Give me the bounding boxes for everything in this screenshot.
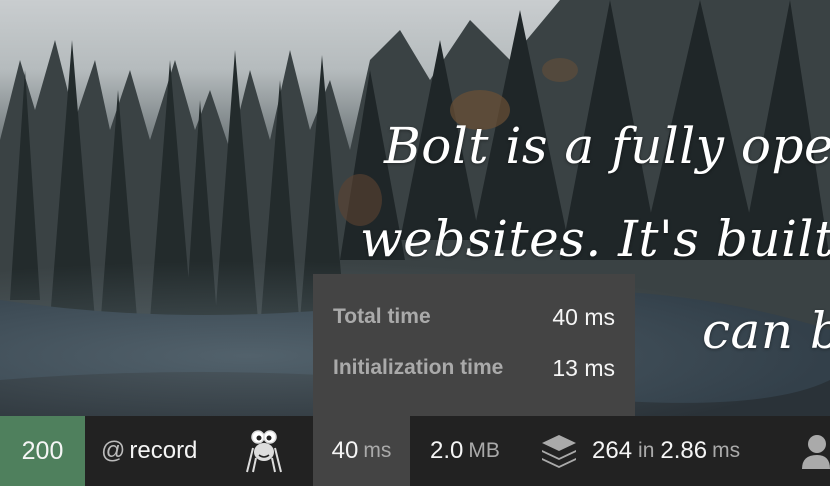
status-code-badge[interactable]: 200 (0, 416, 85, 486)
initialization-time-label: Initialization time (333, 356, 504, 379)
database-item[interactable]: 264 in 2.86 ms (540, 416, 740, 486)
memory-value: 2.0 (430, 437, 464, 464)
route-item[interactable]: @ record (101, 416, 197, 486)
user-item[interactable] (800, 416, 830, 486)
status-code: 200 (21, 436, 64, 465)
route-name: record (129, 437, 198, 464)
hero-text-line-2: websites. It's built (360, 210, 830, 268)
time-panel: Total time 40 ms Initialization time 13 … (313, 274, 635, 416)
route-prefix: @ (101, 437, 126, 464)
time-item[interactable]: 40 ms (313, 416, 410, 486)
profiler-toolbar: 200 @ record 40 ms 2.0 MB 264 in 2.86 ms (0, 416, 830, 486)
total-time-row: Total time 40 ms (333, 302, 615, 332)
hero-text-line-1: Bolt is a fully ope (384, 117, 830, 175)
total-time-value: 40 ms (552, 303, 615, 330)
db-in-label: in (638, 439, 655, 462)
db-query-count: 264 (592, 437, 633, 464)
hero-text-line-3: can b (702, 302, 830, 360)
bug-icon (246, 430, 282, 473)
db-query-time: 2.86 (660, 437, 708, 464)
initialization-time-value: 13 ms (552, 354, 615, 381)
total-time-label: Total time (333, 305, 431, 328)
debug-bug-icon[interactable] (244, 416, 284, 486)
memory-item[interactable]: 2.0 MB (430, 416, 500, 486)
db-time-unit: ms (712, 439, 741, 462)
initialization-time-row: Initialization time 13 ms (333, 353, 615, 383)
database-layers-icon (542, 435, 576, 468)
time-value: 40 (331, 437, 359, 464)
user-icon (802, 435, 830, 469)
memory-unit: MB (468, 439, 500, 462)
time-unit: ms (363, 439, 392, 462)
